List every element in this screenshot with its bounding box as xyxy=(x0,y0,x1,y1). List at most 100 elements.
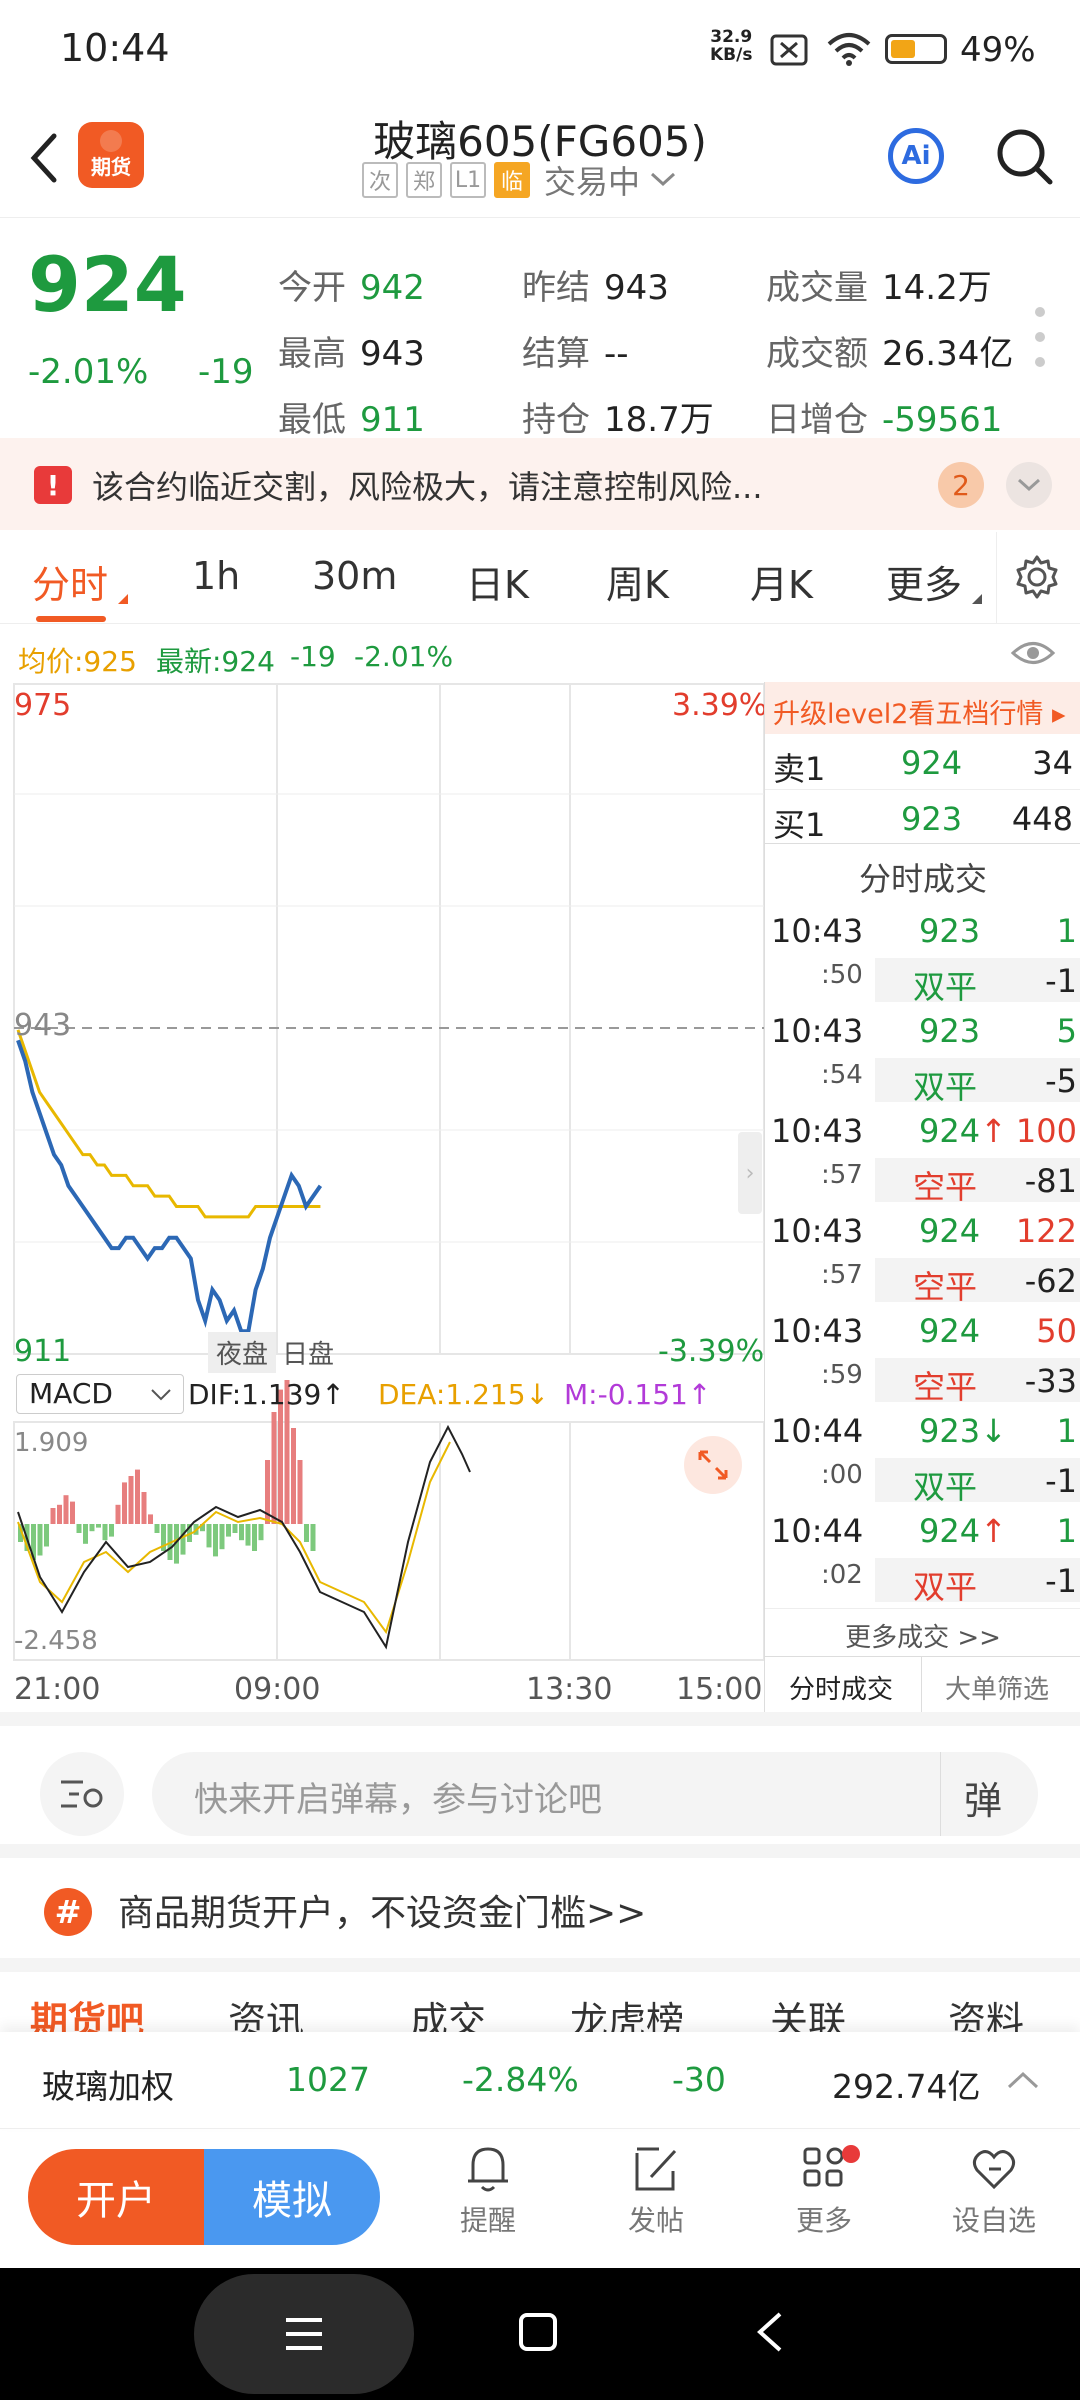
battery-percent: 49% xyxy=(960,30,1036,70)
back-triangle-icon[interactable] xyxy=(752,2308,788,2356)
eye-icon[interactable] xyxy=(1010,638,1056,668)
tab-monthly-k[interactable]: 月K xyxy=(750,554,813,609)
macd-bar xyxy=(57,1504,62,1524)
macd-bar xyxy=(50,1508,56,1524)
tab-30m[interactable]: 30m xyxy=(312,554,397,598)
macd-bar xyxy=(219,1524,225,1550)
avg-price: 均价:925 xyxy=(18,645,137,678)
chevron-down-icon xyxy=(651,172,676,187)
simulate-button[interactable]: 模拟 xyxy=(204,2149,380,2245)
macd-bar xyxy=(89,1524,95,1532)
quote-field: 结算 -- xyxy=(522,334,629,374)
bottom-toolbar: 开户 模拟 提醒 发帖 更多 设自选 xyxy=(0,2128,1080,2268)
notification-dot xyxy=(842,2145,860,2163)
panel-tab-trades[interactable]: 分时成交 xyxy=(789,1669,893,1706)
tab-daily-k[interactable]: 日K xyxy=(466,554,529,609)
trading-status: 交易中 xyxy=(544,163,641,201)
quote-field: 昨结 943 xyxy=(522,268,669,308)
chevron-down-icon xyxy=(1017,478,1041,492)
quote-field: 持仓 18.7万 xyxy=(522,400,714,440)
info-change-pct: -2.01% xyxy=(354,640,454,673)
bid-row: 买1 923 448 xyxy=(765,790,1080,844)
expand-panel-handle[interactable]: › xyxy=(738,1132,762,1214)
tab-forum[interactable]: 期货吧 xyxy=(30,1990,144,2032)
status-bar: 10:44 32.9 KB/s 49% xyxy=(0,0,1080,100)
danmu-settings-button[interactable] xyxy=(40,1752,124,1836)
quote-field: 成交额 26.34亿 xyxy=(766,334,1014,374)
level2-upgrade-link[interactable]: 升级level2看五档行情 ▸ xyxy=(765,682,1080,734)
macd-bar xyxy=(76,1524,82,1533)
tab-related[interactable]: 关联 xyxy=(770,1990,846,2032)
macd-bar xyxy=(70,1501,75,1524)
macd-bar xyxy=(310,1524,316,1551)
tag-level: L1 xyxy=(450,162,486,198)
chevron-up-icon[interactable] xyxy=(1006,2070,1040,2090)
risk-alert-banner[interactable]: ! 该合约临近交割，风险极大，请注意控制风险... 2 xyxy=(0,438,1080,530)
related-price: 1027 xyxy=(286,2060,370,2099)
last-price: 924 xyxy=(28,240,187,329)
macd-bar xyxy=(213,1524,218,1557)
macd-bar xyxy=(135,1469,140,1524)
macd-bar xyxy=(83,1524,88,1544)
post-button[interactable]: 发帖 xyxy=(608,2143,704,2253)
expand-alert-button[interactable] xyxy=(1006,462,1052,508)
trade-row: 10:43:54 923 5 双平 -5 xyxy=(765,1004,1080,1106)
comment-bar: 快来开启弹幕，参与讨论吧 弹 xyxy=(0,1712,1080,1844)
content-tabs: 期货吧 资讯 成交 龙虎榜 关联 资料 xyxy=(0,1972,1080,2032)
intraday-chart[interactable]: 975 3.39% 943 911 -3.39% 夜盘 日盘 › MACD DI… xyxy=(0,682,767,1722)
macd-bar xyxy=(291,1428,296,1524)
tab-1h[interactable]: 1h xyxy=(192,554,240,598)
macd-min-label: -2.458 xyxy=(14,1626,98,1656)
panel-tab-large-orders[interactable]: 大单筛选 xyxy=(945,1669,1049,1706)
search-icon[interactable] xyxy=(994,126,1056,188)
more-dropdown-indicator xyxy=(972,594,982,604)
price-line xyxy=(16,1039,323,1334)
tab-deals[interactable]: 成交 xyxy=(410,1990,486,2032)
tag-near-delivery: 临 xyxy=(494,162,530,198)
alert-button[interactable]: 提醒 xyxy=(440,2143,536,2253)
battery-icon xyxy=(885,34,947,64)
related-change: -30 xyxy=(672,2060,726,2099)
active-tab-underline xyxy=(36,616,106,622)
tab-weekly-k[interactable]: 周K xyxy=(606,554,669,609)
macd-bar xyxy=(122,1482,127,1524)
account-promo[interactable]: # 商品期货开户，不设资金门槛>> xyxy=(0,1844,1080,1972)
nav-menu-button[interactable] xyxy=(194,2274,414,2394)
average-price-line xyxy=(16,1029,321,1219)
macd-bar xyxy=(37,1524,43,1556)
danmu-input[interactable]: 快来开启弹幕，参与讨论吧 弹 xyxy=(152,1752,1038,1836)
trades-title: 分时成交 xyxy=(858,860,987,898)
macd-bar xyxy=(297,1460,303,1524)
tab-news[interactable]: 资讯 xyxy=(228,1990,304,2032)
warning-icon: ! xyxy=(34,466,72,504)
trade-row: 10:43:50 923 1 双平 -1 xyxy=(765,904,1080,1006)
ai-button[interactable]: Ai xyxy=(888,128,944,184)
quote-field: 最高 943 xyxy=(278,334,425,374)
more-button[interactable]: 更多 xyxy=(776,2143,872,2253)
add-watchlist-button[interactable]: 设自选 xyxy=(944,2143,1044,2253)
related-contract-bar[interactable]: 玻璃加权 1027 -2.84% -30 292.74亿 xyxy=(0,2032,1080,2128)
contract-tags[interactable]: 次 郑 L1 临 交易中 xyxy=(362,160,678,201)
open-account-button[interactable]: 开户 xyxy=(28,2149,204,2245)
tab-intraday[interactable]: 分时 xyxy=(32,554,108,609)
ask-row: 卖1 924 34 xyxy=(765,736,1080,790)
settings-gear-icon[interactable] xyxy=(1014,554,1060,600)
tab-info[interactable]: 资料 xyxy=(948,1990,1024,2032)
more-dots-icon[interactable] xyxy=(1030,302,1050,372)
macd-bar xyxy=(206,1524,212,1548)
related-name: 玻璃加权 xyxy=(42,2067,174,2106)
tab-more[interactable]: 更多 xyxy=(886,554,962,609)
network-speed: 32.9 KB/s xyxy=(710,27,753,65)
trade-row: 10:44:00 923↓ 1 双平 -1 xyxy=(765,1404,1080,1506)
fullscreen-button[interactable] xyxy=(684,1436,742,1494)
header: 期货 玻璃605(FG605) 次 郑 L1 临 交易中 Ai xyxy=(0,100,1080,218)
macd-bar xyxy=(148,1514,153,1524)
pct-min-label: -3.39% xyxy=(658,1334,765,1369)
tab-rankings[interactable]: 龙虎榜 xyxy=(570,1990,684,2032)
home-square-icon[interactable] xyxy=(516,2310,560,2354)
x-label-1500: 15:00 xyxy=(676,1672,763,1707)
macd-bar xyxy=(226,1524,231,1537)
clock: 10:44 xyxy=(60,26,170,70)
danmu-toggle-icon[interactable]: 弹 xyxy=(964,1770,1002,1825)
more-trades-link[interactable]: 更多成交 >> xyxy=(765,1608,1080,1656)
